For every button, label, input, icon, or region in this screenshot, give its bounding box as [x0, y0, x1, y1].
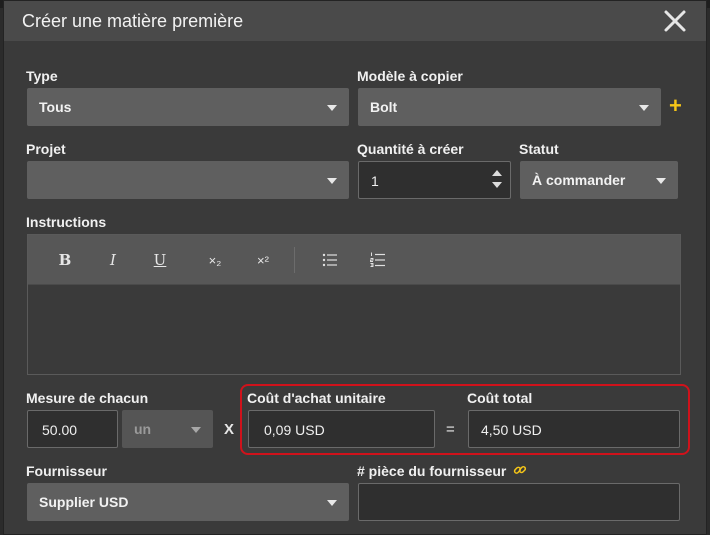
model-select-value: Bolt	[370, 99, 398, 115]
bold-button[interactable]: B	[58, 251, 72, 271]
quantity-spinner[interactable]	[492, 170, 504, 192]
link-icon[interactable]	[513, 463, 527, 477]
unit-cost-input[interactable]: 0,09 USD	[248, 410, 435, 448]
numbered-list-icon	[370, 252, 385, 267]
total-cost-label: Coût total	[467, 390, 533, 406]
type-label: Type	[26, 68, 58, 84]
supplier-label: Fournisseur	[26, 463, 107, 479]
chevron-down-icon	[327, 105, 337, 111]
supplier-part-label: # pièce du fournisseur	[357, 463, 507, 479]
unit-select-value: un	[134, 421, 152, 437]
chevron-down-icon	[327, 178, 337, 184]
quantity-stepper[interactable]: 1	[358, 161, 511, 199]
type-select[interactable]: Tous	[27, 88, 349, 126]
unit-select[interactable]: un	[122, 410, 213, 448]
instructions-textarea[interactable]	[28, 286, 680, 374]
supplier-part-label-row: # pièce du fournisseur	[357, 463, 527, 479]
bullet-list-icon	[322, 253, 337, 267]
subscript-button[interactable]: ×₂	[204, 253, 226, 273]
equals-symbol: =	[446, 421, 455, 438]
measure-label: Mesure de chacun	[26, 390, 149, 406]
model-label: Modèle à copier	[357, 68, 463, 84]
quantity-label: Quantité à créer	[357, 141, 464, 157]
superscript-button[interactable]: ×²	[252, 253, 274, 273]
chevron-down-icon	[327, 500, 337, 506]
type-select-value: Tous	[39, 99, 72, 115]
dialog-header: Créer une matière première	[4, 1, 706, 41]
total-cost-value: 4,50 USD	[481, 422, 542, 438]
supplier-part-input[interactable]	[358, 483, 680, 521]
toolbar-divider	[294, 247, 295, 273]
numbered-list-button[interactable]	[370, 252, 386, 272]
status-select[interactable]: À commander	[520, 161, 678, 199]
unit-cost-label: Coût d'achat unitaire	[247, 390, 386, 406]
project-select[interactable]	[27, 161, 349, 199]
model-select[interactable]: Bolt	[358, 88, 661, 126]
create-material-dialog: Créer une matière première Type Tous Mod…	[3, 0, 707, 535]
instructions-label: Instructions	[26, 214, 107, 230]
measure-input[interactable]: 50.00	[27, 410, 118, 448]
supplier-select-value: Supplier USD	[39, 494, 129, 510]
close-button[interactable]	[662, 7, 688, 35]
close-icon	[664, 10, 686, 32]
add-model-plus-icon[interactable]: +	[669, 95, 685, 117]
supplier-select[interactable]: Supplier USD	[27, 483, 349, 521]
dialog-title: Créer une matière première	[22, 11, 244, 31]
underline-button[interactable]: U	[153, 251, 167, 271]
total-cost-input[interactable]: 4,50 USD	[468, 410, 680, 448]
status-label: Statut	[519, 141, 559, 157]
bullet-list-button[interactable]	[322, 253, 338, 273]
chevron-down-icon	[191, 427, 201, 433]
project-label: Projet	[26, 141, 66, 157]
measure-value: 50.00	[42, 422, 78, 438]
chevron-down-icon	[656, 178, 666, 184]
unit-cost-value: 0,09 USD	[264, 422, 325, 438]
editor-toolbar: B I U ×₂ ×²	[28, 235, 680, 285]
times-symbol: X	[224, 421, 235, 438]
chevron-down-icon	[639, 105, 649, 111]
instructions-editor: B I U ×₂ ×²	[27, 234, 681, 375]
status-select-value: À commander	[532, 172, 626, 188]
spin-down-icon[interactable]	[492, 182, 502, 188]
italic-button[interactable]: I	[106, 251, 120, 271]
spin-up-icon[interactable]	[492, 170, 502, 176]
quantity-value: 1	[371, 173, 379, 189]
